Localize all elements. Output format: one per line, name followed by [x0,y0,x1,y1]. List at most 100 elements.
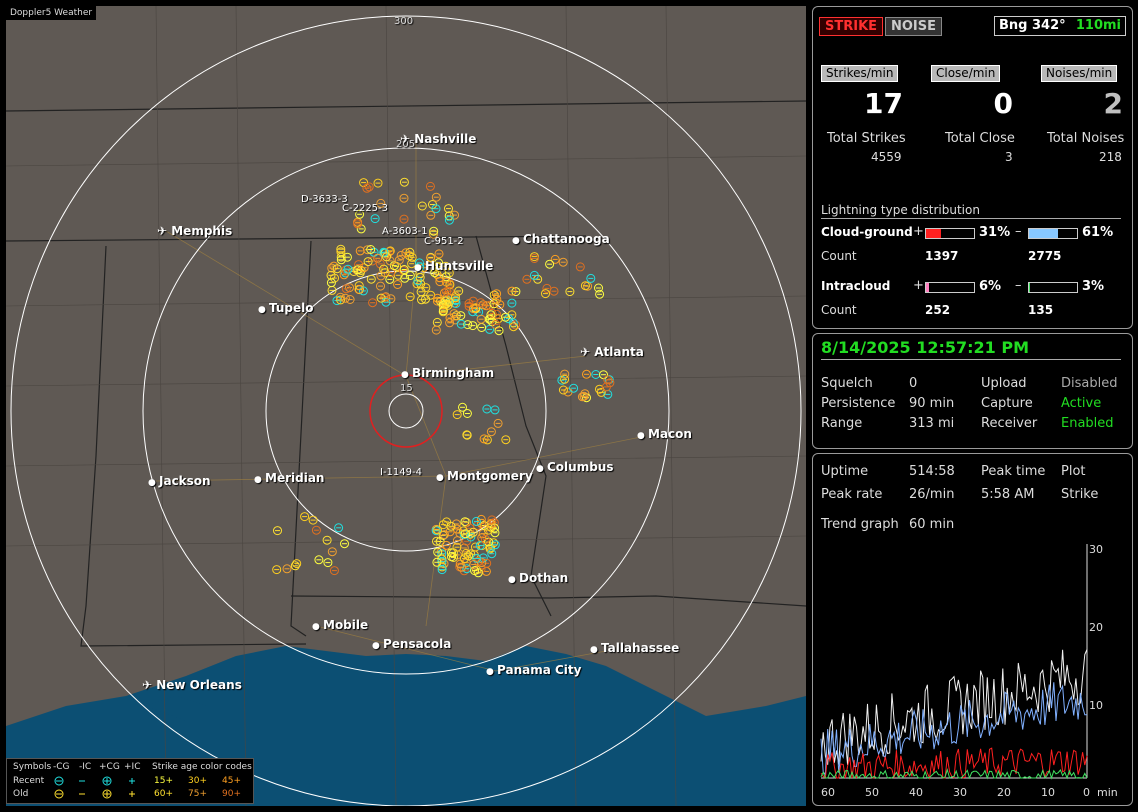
ic-positive-pct: 6% [979,279,1002,294]
ic-negative-bar [1028,282,1078,293]
ic-minus-sign: – [1015,278,1022,293]
strikes-per-min-label[interactable]: Strikes/min [821,65,899,82]
symbol-legend: Symbols -CG -IC +CG +IC Strike age color… [6,758,254,804]
city-label: ● Jackson [148,474,211,488]
legend-symbols [54,776,135,799]
range-label-15: 15 [400,383,413,394]
cg-negative-bar [1028,228,1078,239]
city-dot-icon: ● [254,475,265,485]
app-title: Doppler5 Weather [6,6,97,20]
storm-id-label[interactable]: D-3633-3 [301,194,348,205]
storm-id-label[interactable]: A-3603-1 [382,226,428,237]
trend-x-tick: 0 [1083,786,1090,799]
trend-y-tick: 20 [1089,621,1103,634]
airport-icon: ✈ [142,678,157,692]
close-per-min-label[interactable]: Close/min [931,65,1001,82]
uptime-label: Uptime [821,464,869,479]
city-name: Panama City [497,663,582,677]
cg-positive-bar [925,228,975,239]
city-dot-icon: ● [486,667,497,677]
legend-recent-label: Recent [13,776,45,786]
cg-plus-sign: + [913,224,924,239]
legend-old-label: Old [13,789,29,799]
strike-toggle-button[interactable]: STRIKE [819,17,884,36]
upload-value[interactable]: Disabled [1061,376,1117,391]
city-name: Birmingham [412,366,495,380]
noise-toggle-button[interactable]: NOISE [885,17,943,36]
city-label: ● Montgomery [436,469,533,483]
city-label: ● Dothan [508,571,568,585]
city-name: Atlanta [594,345,644,359]
city-name: Memphis [171,224,233,238]
city-name: Tupelo [269,301,314,315]
city-dot-icon: ● [637,431,648,441]
legend-age-60: 60+ [154,789,173,799]
airport-icon: ✈ [400,132,415,146]
total-close: 3 [1005,150,1013,164]
uptime-value: 514:58 [909,464,955,479]
storm-id-label[interactable]: C-2225-3 [342,203,388,214]
city-dot-icon: ● [414,263,425,273]
divider [821,218,1121,219]
close-per-min: 0 [993,87,1013,120]
peak-time-label: Peak time [981,464,1046,479]
trend-graph-value[interactable]: 60 min [909,517,954,532]
bearing-label: Bng 342° [999,18,1066,33]
trend-x-tick: 40 [909,786,923,799]
lightning-map[interactable]: 300 205 15 ✈ Nashville ✈ Memphis ● Chattan… [6,6,806,806]
persistence-label: Persistence [821,396,896,411]
strike-stats-panel: STRIKE NOISE Bng 342° 110mi Strikes/min … [812,6,1133,329]
city-name: Macon [648,427,692,441]
trend-x-tick: 60 [821,786,835,799]
map-canvas [6,6,806,806]
city-dot-icon: ● [590,645,601,655]
storm-id-label[interactable]: I-1149-4 [380,467,422,478]
legend-age-75: 75+ [188,789,207,799]
status-panel: 8/14/2025 12:57:21 PM Squelch 0 Upload D… [812,333,1133,449]
storm-id-label[interactable]: C-951-2 [424,236,464,247]
city-label: ● Chattanooga [512,232,610,246]
city-name: Nashville [414,132,477,146]
city-name: Mobile [323,618,369,632]
city-label: ● Mobile [312,618,368,632]
city-label: ● Meridian [254,471,324,485]
total-close-label: Total Close [945,131,1015,146]
legend-age-45: 45+ [222,776,241,786]
capture-value[interactable]: Active [1061,396,1101,411]
range-value: 313 mi [909,416,955,431]
total-strikes: 4559 [871,150,902,164]
city-dot-icon: ● [312,622,323,632]
plot-value[interactable]: Strike [1061,487,1098,502]
legend-age-90: 90+ [222,789,241,799]
airport-icon: ✈ [157,224,172,238]
intracloud-label: Intracloud [821,279,891,293]
persistence-value: 90 min [909,396,955,411]
legend-col: -CG [53,762,70,772]
city-name: Columbus [547,460,614,474]
city-label: ● Macon [637,427,692,441]
city-dot-icon: ● [436,473,447,483]
city-name: Tallahassee [601,641,680,655]
trend-x-unit: min [1097,786,1118,799]
ic-positive-bar [925,282,975,293]
city-dot-icon: ● [512,236,523,246]
city-dot-icon: ● [401,370,412,380]
cg-positive-count: 1397 [925,249,959,263]
city-name: New Orleans [156,678,242,692]
squelch-label: Squelch [821,376,873,391]
airport-icon: ✈ [580,345,595,359]
range-label-300: 300 [394,16,414,27]
noises-per-min-label[interactable]: Noises/min [1041,65,1118,82]
city-name: Dothan [519,571,569,585]
receiver-value[interactable]: Enabled [1061,416,1114,431]
peak-rate-label: Peak rate [821,487,883,502]
trend-x-tick: 10 [1041,786,1055,799]
cg-negative-count: 2775 [1028,249,1062,263]
trend-panel: Uptime 514:58 Peak time Plot Peak rate 2… [812,453,1133,806]
city-dot-icon: ● [372,641,383,651]
cg-count-label: Count [821,249,857,263]
city-name: Pensacola [383,637,452,651]
ic-count-label: Count [821,303,857,317]
trend-x-tick: 30 [953,786,967,799]
city-name: Chattanooga [523,232,610,246]
